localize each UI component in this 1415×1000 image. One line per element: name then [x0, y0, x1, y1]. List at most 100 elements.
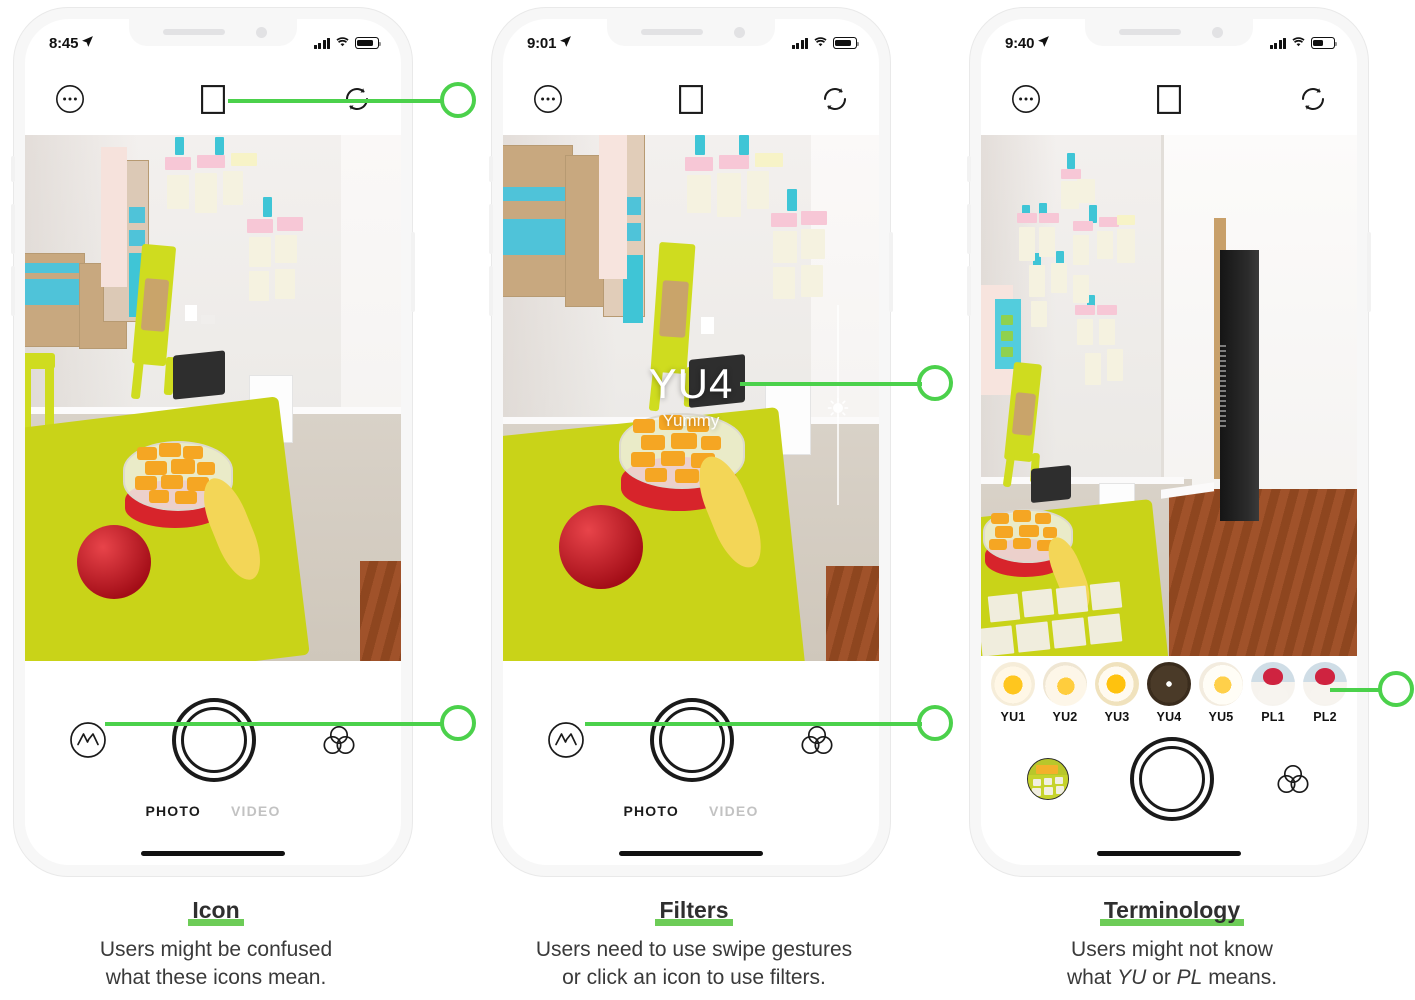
status-time-group: 9:01 — [527, 31, 572, 52]
camera-mode-tabs: PHOTO VIDEO — [25, 803, 401, 825]
silent-switch[interactable] — [967, 156, 971, 182]
status-time-group: 9:40 — [1005, 31, 1050, 52]
ellipsis-circle-icon[interactable] — [1011, 84, 1041, 114]
filter-chip-pl1[interactable]: PL1 — [1247, 662, 1299, 724]
filter-chip-yu2[interactable]: YU2 — [1039, 662, 1091, 724]
callout-line-brightness-slider — [740, 382, 922, 386]
ellipsis-circle-icon[interactable] — [533, 84, 563, 114]
filter-thumb-icon[interactable] — [1251, 662, 1295, 706]
silent-switch[interactable] — [11, 156, 15, 182]
power-button[interactable] — [1367, 232, 1371, 312]
status-indicators — [313, 30, 382, 52]
mode-tab-video[interactable]: VIDEO — [709, 803, 759, 819]
volume-down-button[interactable] — [489, 266, 493, 316]
three-circles-filter-icon[interactable] — [799, 724, 835, 756]
earpiece-speaker — [163, 29, 225, 35]
caption-body: Users might be confused what these icons… — [99, 938, 333, 990]
signal-bars-icon — [791, 37, 808, 49]
mode-tab-photo[interactable]: PHOTO — [145, 803, 201, 819]
brightness-sun-handle[interactable] — [827, 397, 849, 419]
camera-top-toolbar — [503, 63, 879, 135]
camera-scene — [25, 135, 401, 661]
shutter-button-icon[interactable] — [172, 697, 256, 782]
phone-screen: 9:01 YU4 Yummy PHOTO VIDEO — [503, 19, 879, 865]
camera-controls — [25, 677, 401, 803]
camera-rotate-icon[interactable] — [821, 85, 849, 113]
caption-icon: Icon Users might be confused what these … — [0, 897, 432, 992]
filter-chip-yu4[interactable]: YU4 — [1143, 662, 1195, 724]
filter-chip-yu1[interactable]: YU1 — [987, 662, 1039, 724]
camera-scene — [503, 135, 879, 661]
shutter-button-icon[interactable] — [650, 697, 734, 782]
location-arrow-icon — [559, 35, 572, 52]
front-camera — [1212, 27, 1223, 38]
volume-up-button[interactable] — [11, 204, 15, 254]
camera-scene — [981, 135, 1357, 656]
mountain-circle-icon[interactable] — [69, 721, 107, 759]
signal-bars-icon — [1269, 37, 1286, 49]
camera-mode-tabs: PHOTO VIDEO — [503, 803, 879, 825]
home-indicator[interactable] — [141, 850, 285, 856]
three-circles-filter-icon[interactable] — [321, 724, 357, 756]
camera-viewfinder[interactable] — [25, 135, 401, 661]
power-button[interactable] — [411, 232, 415, 312]
mountain-circle-icon[interactable] — [547, 721, 585, 759]
filter-strip[interactable]: YU1 YU2 YU3 YU4 YU5 PL1 PL2 — [981, 656, 1357, 732]
mode-tab-photo[interactable]: PHOTO — [623, 803, 679, 819]
battery-icon — [833, 37, 860, 49]
screenshot-stage: 8:45 PHOTO VIDEO 9:01 YU4 Yummy PHOTO VI… — [0, 0, 1415, 1000]
home-indicator[interactable] — [1097, 850, 1241, 856]
callout-line-rotate-icon — [228, 99, 442, 103]
caption-terminology: Terminology Users might not know what YU… — [956, 897, 1388, 992]
mode-tab-video[interactable]: VIDEO — [231, 803, 281, 819]
phone-screen: 8:45 PHOTO VIDEO — [25, 19, 401, 865]
wifi-icon — [1291, 34, 1306, 52]
silent-switch[interactable] — [489, 156, 493, 182]
volume-up-button[interactable] — [967, 204, 971, 254]
filter-label: YU3 — [1104, 710, 1130, 724]
camera-rotate-icon[interactable] — [1299, 85, 1327, 113]
notch — [607, 19, 775, 46]
status-indicators — [1269, 30, 1338, 52]
home-indicator[interactable] — [619, 850, 763, 856]
caption-body: Users need to use swipe gestures or clic… — [535, 938, 853, 990]
status-time: 9:01 — [527, 34, 557, 52]
volume-up-button[interactable] — [489, 204, 493, 254]
filter-thumb-icon[interactable] — [1199, 662, 1243, 706]
caption-title: Icon — [188, 897, 244, 927]
callout-circle-brightness-slider — [917, 365, 953, 401]
filter-label: YU5 — [1208, 710, 1234, 724]
status-time-group: 8:45 — [49, 31, 94, 52]
camera-viewfinder[interactable]: YU4 Yummy — [503, 135, 879, 661]
callout-circle-filters-icon-p1 — [440, 705, 476, 741]
aspect-ratio-square-icon[interactable] — [201, 84, 225, 114]
filter-thumb-icon[interactable] — [1303, 662, 1347, 706]
filter-thumb-icon[interactable] — [991, 662, 1035, 706]
volume-down-button[interactable] — [11, 266, 15, 316]
three-circles-filter-icon[interactable] — [1275, 763, 1311, 795]
power-button[interactable] — [889, 232, 893, 312]
front-camera — [734, 27, 745, 38]
filter-chip-yu3[interactable]: YU3 — [1091, 662, 1143, 724]
camera-bottom-bar: PHOTO VIDEO — [503, 676, 879, 865]
caption-title: Filters — [655, 897, 733, 927]
status-indicators — [791, 30, 860, 52]
ellipsis-circle-icon[interactable] — [55, 84, 85, 114]
volume-down-button[interactable] — [967, 266, 971, 316]
camera-top-toolbar — [981, 63, 1357, 135]
filter-thumb-icon[interactable] — [1043, 662, 1087, 706]
term-pl: PL — [1176, 966, 1203, 990]
brightness-sun-slider-icon[interactable] — [827, 305, 849, 505]
filter-chip-pl2[interactable]: PL2 — [1299, 662, 1351, 724]
filter-thumb-icon[interactable] — [1095, 662, 1139, 706]
phone-screen: 9:40 YU1 YU2 YU3 YU4 YU5 PL1 PL2 — [981, 19, 1357, 865]
aspect-ratio-square-icon[interactable] — [1157, 84, 1181, 114]
filter-chip-yu5[interactable]: YU5 — [1195, 662, 1247, 724]
camera-viewfinder[interactable] — [981, 135, 1357, 656]
earpiece-speaker — [641, 29, 703, 35]
filter-thumb-icon-selected[interactable] — [1147, 662, 1191, 706]
gallery-thumbnail-icon[interactable] — [1027, 757, 1069, 800]
caption-body-line2: what YU or PL means. — [1066, 966, 1278, 990]
aspect-ratio-square-icon[interactable] — [679, 84, 703, 114]
shutter-button-icon[interactable] — [1130, 736, 1214, 821]
